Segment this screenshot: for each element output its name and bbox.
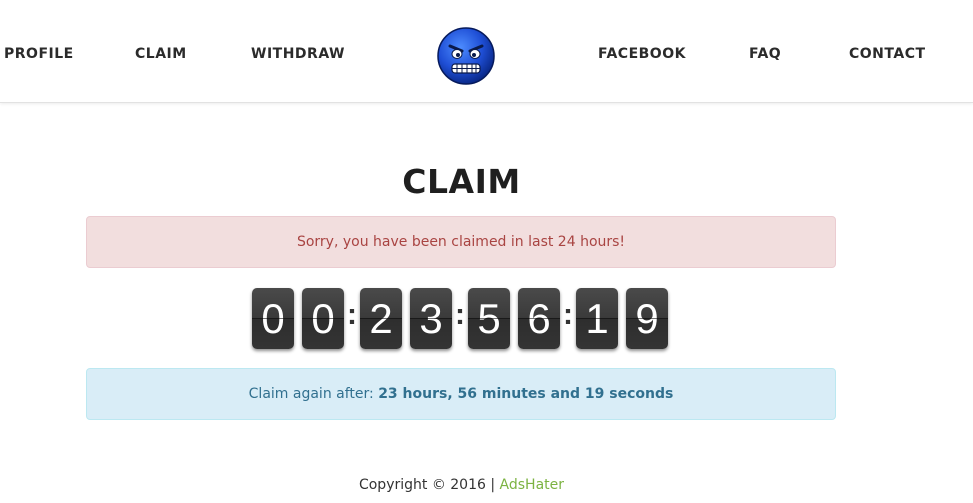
nav-claim-link[interactable]: CLAIM <box>135 46 187 62</box>
footer: Copyright © 2016 | AdsHater <box>0 477 923 493</box>
nav-facebook-link[interactable]: FACEBOOK <box>598 46 686 62</box>
nav-faq-link[interactable]: FAQ <box>749 46 781 62</box>
nav-profile-link[interactable]: PROFILE <box>4 46 74 62</box>
countdown-digit: 5 <box>468 288 510 349</box>
claim-error-alert: Sorry, you have been claimed in last 24 … <box>86 216 836 268</box>
top-navbar: PROFILE CLAIM WITHDRAW FACEBOOK FAQ CONT… <box>0 0 973 103</box>
countdown-digit: 2 <box>360 288 402 349</box>
copyright-text: Copyright © 2016 | <box>358 477 500 493</box>
countdown-digit: 0 <box>302 288 344 349</box>
nav-withdraw-link[interactable]: WITHDRAW <box>251 46 345 62</box>
claim-again-label: Claim again after: <box>248 386 379 402</box>
page-title: CLAIM <box>402 162 521 201</box>
countdown-digit: 9 <box>626 288 668 349</box>
countdown-digit: 3 <box>410 288 452 349</box>
countdown-digit: 6 <box>518 288 560 349</box>
claim-again-info: Claim again after: 23 hours, 56 minutes … <box>86 368 836 420</box>
brand-link[interactable]: AdsHater <box>500 477 564 493</box>
countdown-digit: 1 <box>576 288 618 349</box>
nav-contact-link[interactable]: CONTACT <box>849 46 926 62</box>
countdown-separator: : <box>347 298 357 331</box>
countdown-digit: 0 <box>252 288 294 349</box>
countdown-separator: : <box>455 298 465 331</box>
angry-face-icon[interactable] <box>436 26 496 86</box>
claim-again-time: 23 hours, 56 minutes and 19 seconds <box>378 386 674 402</box>
countdown-timer: 0 0 : 2 3 : 5 6 : 1 9 <box>252 288 672 349</box>
countdown-separator: : <box>563 298 573 331</box>
